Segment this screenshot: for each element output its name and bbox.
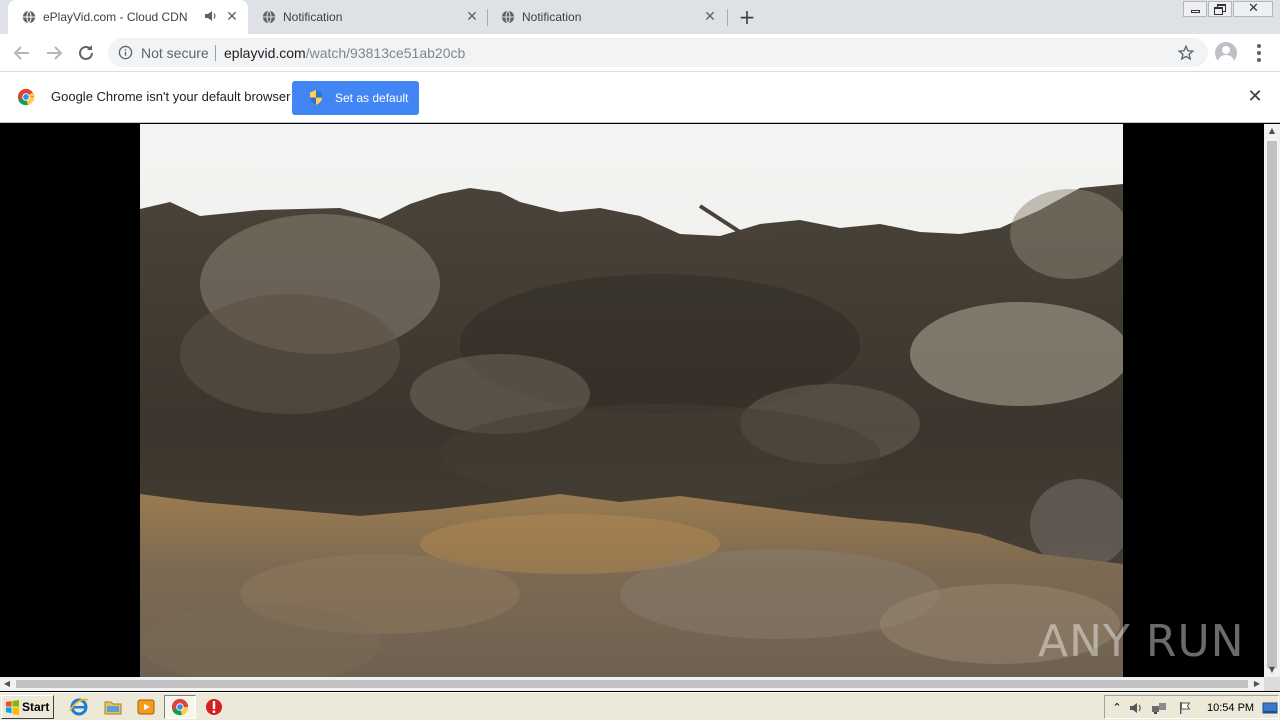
close-tab-icon[interactable]: ✕ xyxy=(224,8,240,24)
url-path: /watch/93813ce51ab20cb xyxy=(305,45,466,61)
person-icon xyxy=(1222,46,1230,54)
chrome-icon xyxy=(171,698,189,716)
tab-title: Notification xyxy=(522,10,582,24)
globe-icon xyxy=(22,10,36,24)
more-menu-icon[interactable] xyxy=(1249,42,1269,64)
shield-icon xyxy=(310,90,322,105)
back-icon[interactable] xyxy=(10,41,34,65)
network-icon[interactable] xyxy=(1151,700,1167,716)
scroll-down-arrow-icon[interactable]: ▼ xyxy=(1264,663,1280,677)
volume-icon[interactable] xyxy=(1128,700,1144,716)
tab-notification-2[interactable]: Notification ✕ xyxy=(487,0,727,34)
close-tab-icon[interactable]: ✕ xyxy=(464,8,480,24)
watermark-text: ANY RUN xyxy=(1038,615,1245,667)
bookmark-star-icon[interactable] xyxy=(1177,44,1195,62)
person-icon xyxy=(1218,55,1234,64)
tab-eplayvid[interactable]: ePlayVid.com - Cloud CDN ✕ xyxy=(8,0,248,34)
page-content xyxy=(0,124,1264,677)
url-text[interactable]: eplayvid.com/watch/93813ce51ab20cb xyxy=(224,45,465,61)
speaker-icon[interactable] xyxy=(204,9,218,23)
tab-title: Notification xyxy=(283,10,343,24)
taskbar-clock[interactable]: 10:54 PM xyxy=(1207,702,1254,714)
folder-icon[interactable] xyxy=(103,697,123,717)
media-player-icon[interactable] xyxy=(136,697,156,717)
forward-icon[interactable] xyxy=(42,41,66,65)
divider xyxy=(215,45,216,61)
taskbar-chrome-button[interactable] xyxy=(164,695,196,719)
scroll-left-arrow-icon[interactable]: ◀ xyxy=(0,677,14,691)
chrome-icon xyxy=(17,88,35,106)
minimize-icon xyxy=(1191,10,1200,13)
restore-icon xyxy=(1214,7,1223,15)
tab-separator xyxy=(727,9,728,26)
close-window-button[interactable]: ✕ xyxy=(1233,1,1273,17)
internet-explorer-icon[interactable] xyxy=(69,697,89,717)
start-button[interactable]: Start xyxy=(1,695,54,719)
scrollbar-corner xyxy=(1264,677,1280,691)
video-player[interactable] xyxy=(140,124,1123,677)
set-as-default-button[interactable]: Set as default xyxy=(292,81,419,115)
info-icon[interactable] xyxy=(118,45,133,60)
address-bar[interactable]: Not secure eplayvid.com/watch/93813ce51a… xyxy=(108,38,1208,67)
video-frame xyxy=(140,124,1123,677)
scroll-right-arrow-icon[interactable]: ▶ xyxy=(1250,677,1264,691)
start-label: Start xyxy=(22,700,50,714)
scroll-up-arrow-icon[interactable]: ▲ xyxy=(1264,124,1280,138)
new-tab-button[interactable]: + xyxy=(736,6,758,28)
windows-taskbar: Start ⌃ 10:54 PM xyxy=(0,692,1280,720)
default-browser-infobar: Google Chrome isn't your default browser… xyxy=(0,71,1280,123)
globe-icon xyxy=(501,10,515,24)
action-center-flag-icon[interactable] xyxy=(1177,700,1193,716)
tab-strip: ePlayVid.com - Cloud CDN ✕ Notification … xyxy=(0,0,1280,34)
minimize-button[interactable] xyxy=(1183,1,1207,17)
show-desktop-icon[interactable] xyxy=(1262,700,1278,716)
vertical-scrollbar[interactable]: ▲ ▼ xyxy=(1264,124,1280,677)
infobar-message: Google Chrome isn't your default browser xyxy=(51,89,291,104)
horizontal-scroll-thumb[interactable] xyxy=(16,680,1248,688)
tab-title: ePlayVid.com - Cloud CDN xyxy=(43,10,188,24)
set-as-default-label: Set as default xyxy=(335,91,409,105)
globe-icon xyxy=(262,10,276,24)
tab-notification-1[interactable]: Notification ✕ xyxy=(248,0,488,34)
close-tab-icon[interactable]: ✕ xyxy=(702,8,718,24)
browser-toolbar: Not secure eplayvid.com/watch/93813ce51a… xyxy=(0,34,1280,71)
url-host: eplayvid.com xyxy=(224,45,306,61)
horizontal-scrollbar[interactable]: ◀ ▶ xyxy=(0,677,1264,691)
anyrun-watermark: ANY RUN xyxy=(1038,610,1245,672)
restore-button[interactable] xyxy=(1208,1,1232,17)
windows-flag-icon xyxy=(5,700,20,715)
vertical-scroll-thumb[interactable] xyxy=(1267,141,1277,668)
reload-icon[interactable] xyxy=(74,41,98,65)
system-tray: ⌃ 10:54 PM xyxy=(1104,695,1279,719)
profile-avatar[interactable] xyxy=(1215,42,1237,64)
stop-icon[interactable] xyxy=(204,697,224,717)
close-icon: ✕ xyxy=(1248,1,1259,16)
show-hidden-icons-icon[interactable]: ⌃ xyxy=(1109,700,1125,716)
security-label[interactable]: Not secure xyxy=(141,45,209,61)
close-infobar-icon[interactable]: ✕ xyxy=(1246,88,1264,106)
